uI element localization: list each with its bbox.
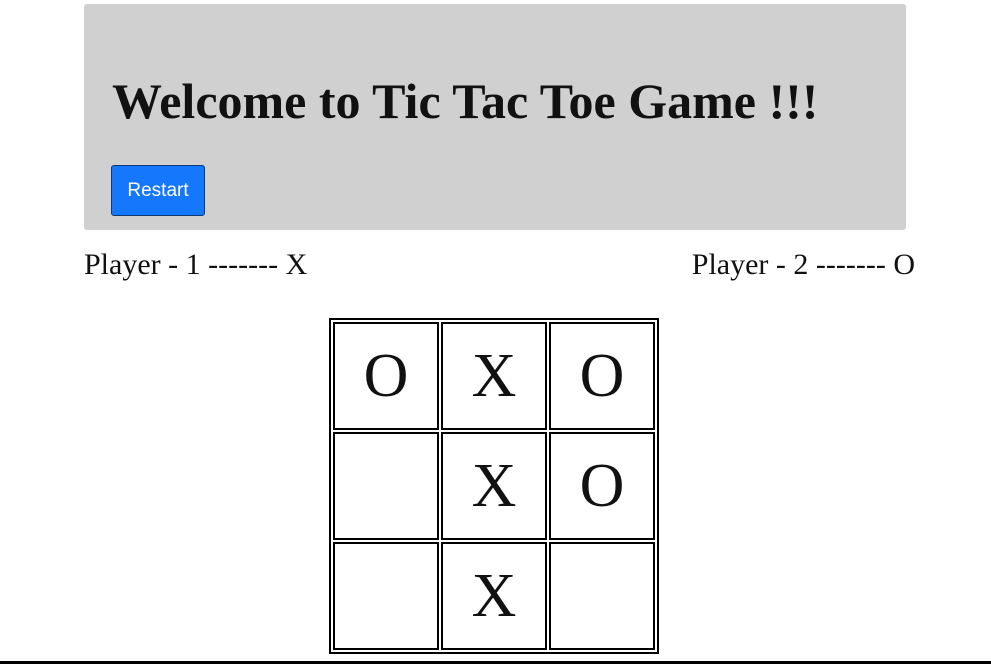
- board-row: X: [333, 542, 655, 650]
- board-cell[interactable]: X: [441, 322, 547, 430]
- restart-button[interactable]: Restart: [111, 165, 205, 216]
- board-cell[interactable]: [333, 542, 439, 650]
- board-cell[interactable]: [333, 432, 439, 540]
- board-cell[interactable]: [549, 542, 655, 650]
- header-banner: Welcome to Tic Tac Toe Game !!! Restart: [84, 4, 906, 230]
- board-cell[interactable]: O: [549, 432, 655, 540]
- page-title: Welcome to Tic Tac Toe Game !!!: [112, 73, 819, 129]
- board-row: X O: [333, 432, 655, 540]
- game-board: O X O X O X: [329, 318, 659, 654]
- board-cell[interactable]: X: [441, 432, 547, 540]
- board-cell[interactable]: O: [549, 322, 655, 430]
- board-cell[interactable]: O: [333, 322, 439, 430]
- board-cell[interactable]: X: [441, 542, 547, 650]
- player-2-label: Player - 2 ------- O: [691, 248, 915, 281]
- player-1-label: Player - 1 ------- X: [84, 248, 308, 281]
- board-row: O X O: [333, 322, 655, 430]
